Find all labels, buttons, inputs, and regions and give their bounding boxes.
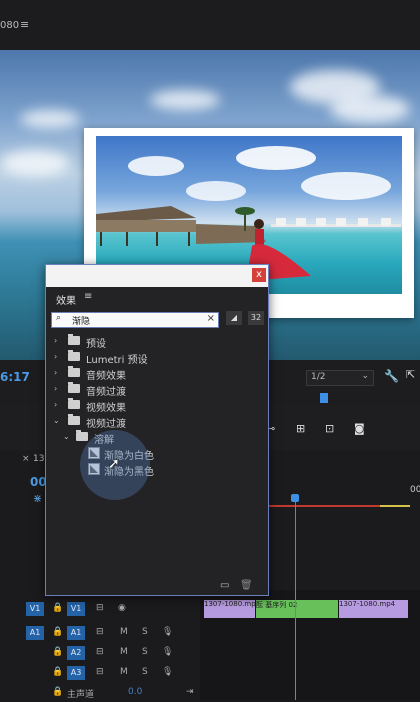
folder-icon [76, 430, 88, 441]
folder-icon [68, 334, 80, 345]
tab-effects[interactable]: 效果 [56, 292, 76, 307]
tree-item-dip-to-white[interactable]: 渐隐为白色 [46, 445, 268, 462]
panel-header: 效果 ≡ [46, 287, 268, 309]
folder-icon [68, 350, 80, 361]
solo-button[interactable]: S [142, 667, 148, 677]
track-a3: 🔒 A3 ⊟ M S 🎙 [0, 664, 200, 682]
tree-item-video-transitions[interactable]: ⌄ 视频过渡 [46, 413, 268, 430]
folder-icon [68, 398, 80, 409]
target-a3[interactable]: A3 [67, 666, 85, 680]
eye-icon[interactable]: ◉ [118, 603, 126, 613]
tree-item-lumetri[interactable]: › Lumetri 预设 [46, 349, 268, 366]
lock-icon[interactable]: 🔒 [52, 603, 63, 613]
sequence-resolution: 080 [0, 20, 20, 31]
trash-icon[interactable]: 🗑 [240, 580, 253, 591]
mouse-cursor-icon: ➚ [108, 456, 120, 472]
sync-icon[interactable]: ⊟ [96, 627, 104, 637]
lock-icon[interactable]: 🔒 [52, 667, 63, 677]
track-a2: 🔒 A2 ⊟ M S 🎙 [0, 644, 200, 662]
accelerated-effects-button[interactable]: ◢ [226, 311, 242, 325]
chevron-down-icon: ⌄ [361, 371, 369, 381]
folder-icon [68, 414, 80, 425]
panel-footer: ▭ 🗑 [46, 577, 268, 595]
folder-icon [68, 382, 80, 393]
mic-icon[interactable]: 🎙 [162, 667, 173, 677]
playhead-timecode[interactable]: 6:17 [0, 370, 30, 384]
snap-toggle-icon[interactable]: ⋇ [33, 492, 42, 505]
master-label: 主声道 [67, 690, 95, 700]
folder-icon [68, 366, 80, 377]
close-sequence-icon[interactable]: × [22, 454, 30, 464]
clear-search-icon[interactable]: × [207, 313, 215, 324]
track-v1: V1 🔒 V1 ⊟ ◉ 1307-1080.mp4 酝 基序列 02 1307-… [0, 600, 420, 618]
chevron-right-icon: › [54, 400, 58, 409]
tree-item-audio-effects[interactable]: › 音频效果 [46, 365, 268, 382]
mute-button[interactable]: M [120, 647, 128, 657]
track-master: 🔒 主声道 0.0 ⇥ [0, 684, 200, 702]
search-value: 渐隐 [72, 317, 91, 327]
close-icon[interactable]: x [252, 268, 266, 282]
export-frame-icon[interactable]: ⇱ [406, 368, 415, 381]
target-a1[interactable]: A1 [67, 626, 85, 640]
tree-item-presets[interactable]: › 预设 [46, 333, 268, 350]
mute-button[interactable]: M [120, 667, 128, 677]
extract-icon[interactable]: ⊡ [325, 422, 343, 436]
search-icon: ⌕ [56, 313, 62, 323]
mic-icon[interactable]: 🎙 [162, 647, 173, 657]
chevron-down-icon: ⌄ [63, 432, 70, 441]
master-volume[interactable]: 0.0 [128, 687, 142, 697]
lock-icon[interactable]: 🔒 [52, 627, 63, 637]
render-bar-yellow [380, 505, 410, 507]
zoom-value: 1/2 [311, 372, 326, 382]
solo-button[interactable]: S [142, 627, 148, 637]
mute-button[interactable]: M [120, 627, 128, 637]
effects-search-input[interactable]: ⌕ 渐隐 × [51, 312, 219, 328]
top-bar: 080 ≡ [0, 0, 420, 50]
track-a1: A1 🔒 A1 ⊟ M S 🎙 [0, 624, 200, 642]
camera-icon[interactable]: ◙ [354, 422, 372, 436]
chevron-right-icon: › [54, 384, 58, 393]
monitor-playhead[interactable] [320, 393, 328, 403]
tree-item-video-effects[interactable]: › 视频效果 [46, 397, 268, 414]
new-bin-icon[interactable]: ▭ [220, 580, 229, 591]
render-bar-red [268, 505, 380, 507]
chevron-right-icon: › [54, 336, 58, 345]
target-v1[interactable]: V1 [67, 602, 85, 616]
wrench-icon[interactable]: 🔧 [384, 369, 399, 383]
zoom-select[interactable]: 1/2 ⌄ [306, 370, 374, 386]
clip-2[interactable]: 酝 基序列 02 [256, 600, 338, 618]
sync-icon[interactable]: ⊟ [96, 667, 104, 677]
hamburger-icon[interactable]: ≡ [20, 18, 29, 31]
source-patch-v1[interactable]: V1 [26, 602, 44, 616]
effects-panel: x 效果 ≡ ⌕ 渐隐 × ◢ 32 › 预设 › Lumetri 预设 › 音… [45, 264, 269, 596]
lift-icon[interactable]: ⊞ [296, 422, 314, 436]
chevron-down-icon: ⌄ [53, 416, 60, 425]
source-patch-a1[interactable]: A1 [26, 626, 44, 640]
clip-3[interactable]: 1307-1080.mp4 [339, 600, 408, 618]
solo-button[interactable]: S [142, 647, 148, 657]
sync-icon[interactable]: ⊟ [96, 603, 104, 613]
timeline-playhead[interactable] [295, 497, 296, 700]
panel-titlebar[interactable]: x [46, 265, 268, 287]
master-lock-icon[interactable]: 🔒 [52, 687, 63, 697]
lock-icon[interactable]: 🔒 [52, 647, 63, 657]
chevron-right-icon: › [54, 368, 58, 377]
target-a2[interactable]: A2 [67, 646, 85, 660]
chevron-right-icon: › [54, 352, 58, 361]
tree-item-dissolve[interactable]: ⌄ 溶解 [46, 429, 268, 446]
tree-item-audio-transitions[interactable]: › 音频过渡 [46, 381, 268, 398]
sync-icon[interactable]: ⊟ [96, 647, 104, 657]
go-to-end-icon[interactable]: ⇥ [186, 687, 194, 697]
mic-icon[interactable]: 🎙 [162, 627, 173, 637]
clip-1[interactable]: 1307-1080.mp4 [204, 600, 255, 618]
panel-menu-icon[interactable]: ≡ [84, 291, 92, 302]
ruler-label: 00 [410, 485, 420, 495]
32bit-effects-button[interactable]: 32 [248, 311, 264, 325]
